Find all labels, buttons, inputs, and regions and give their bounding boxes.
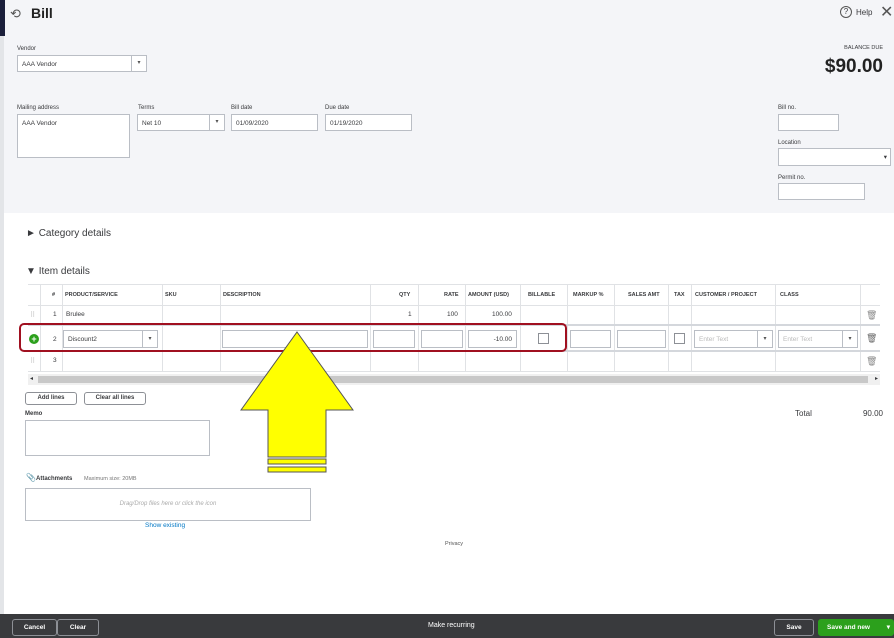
class-placeholder: Enter Text — [783, 336, 813, 343]
row-qty[interactable]: 1 — [408, 311, 412, 318]
vendor-select[interactable]: AAA Vendor ▾ — [17, 55, 147, 72]
drag-handle-icon[interactable]: ⠿ — [30, 357, 35, 365]
class-select[interactable]: Enter Text ▾ — [778, 330, 858, 348]
col-description: DESCRIPTION — [223, 292, 261, 298]
col-tax: TAX — [674, 292, 685, 298]
add-lines-button[interactable]: Add lines — [25, 392, 77, 405]
vendor-value: AAA Vendor — [22, 61, 58, 68]
attachments-max: Maximum size: 20MB — [84, 476, 137, 482]
chevron-down-icon[interactable]: ▾ — [757, 331, 772, 347]
markup-field[interactable] — [570, 330, 611, 348]
show-existing-link[interactable]: Show existing — [145, 522, 185, 529]
attachment-dropzone[interactable]: Drag/Drop files here or click the icon — [25, 488, 311, 521]
table-row[interactable] — [28, 352, 880, 372]
chevron-down-icon[interactable]: ▾ — [884, 153, 887, 161]
sidebar-edge — [0, 36, 4, 614]
close-icon[interactable]: ✕ — [880, 2, 893, 22]
col-qty: QTY — [399, 292, 411, 298]
trash-icon[interactable]: 🗑 — [866, 333, 877, 344]
save-button[interactable]: Save — [774, 619, 814, 636]
drag-handle-icon[interactable]: ⠿ — [30, 311, 35, 319]
row-rate[interactable]: 100 — [447, 311, 458, 318]
due-date-label: Due date — [325, 105, 350, 111]
col-rate: RATE — [444, 292, 459, 298]
vendor-label: Vendor — [17, 46, 37, 52]
location-select[interactable]: ▾ — [778, 148, 891, 166]
item-details-toggle[interactable]: ▼ Item details — [26, 266, 90, 277]
terms-label: Terms — [138, 105, 155, 111]
chevron-down-icon[interactable]: ▾ — [842, 331, 857, 347]
col-sku: SKU — [165, 292, 177, 298]
mailing-address-field[interactable]: AAA Vendor — [17, 114, 130, 158]
chevron-down-icon[interactable]: ▾ — [131, 56, 146, 71]
sales-amt-field[interactable] — [617, 330, 666, 348]
help-link[interactable]: Help — [856, 8, 872, 17]
trash-icon[interactable]: 🗑 — [866, 310, 877, 321]
horizontal-scrollbar[interactable]: ◂ ▸ — [28, 374, 880, 385]
memo-label: Memo — [25, 411, 43, 417]
col-class: CLASS — [780, 292, 799, 298]
clear-all-lines-button[interactable]: Clear all lines — [84, 392, 146, 405]
attachments-label: Attachments — [36, 476, 73, 482]
mailing-label: Mailing address — [17, 105, 60, 111]
terms-select[interactable]: Net 10 ▾ — [137, 114, 225, 131]
col-billable: BILLABLE — [528, 292, 556, 298]
nav-strip — [0, 0, 5, 36]
memo-field[interactable] — [25, 420, 210, 456]
due-date-field[interactable]: 01/19/2020 — [325, 114, 412, 131]
bill-no-field[interactable] — [778, 114, 839, 131]
make-recurring-link[interactable]: Make recurring — [428, 622, 475, 629]
total-value: 90.00 — [862, 409, 883, 418]
category-details-toggle[interactable]: ► Category details — [26, 228, 111, 239]
cancel-button[interactable]: Cancel — [12, 619, 57, 636]
help-icon[interactable]: ? — [840, 6, 852, 18]
save-and-new-label: Save and new — [827, 624, 870, 631]
category-details-label: Category details — [38, 228, 111, 239]
customer-placeholder: Enter Text — [699, 336, 729, 343]
item-details-label: Item details — [38, 266, 90, 277]
bill-header — [0, 0, 894, 213]
chevron-down-icon[interactable]: ▾ — [209, 115, 224, 130]
total-label: Total — [795, 409, 812, 418]
col-num: # — [52, 292, 56, 298]
annotation-arrow — [240, 331, 354, 473]
col-amount: AMOUNT (USD) — [468, 292, 509, 298]
row-num: 3 — [53, 357, 57, 364]
save-and-new-button[interactable]: Save and new ▾ — [818, 619, 894, 636]
permit-label: Permit no. — [778, 175, 806, 181]
clear-button[interactable]: Clear — [57, 619, 99, 636]
row-product[interactable]: Brulee — [66, 311, 85, 318]
location-label: Location — [778, 140, 801, 146]
terms-value: Net 10 — [142, 120, 162, 127]
privacy-link[interactable]: Privacy — [445, 541, 463, 547]
chevron-down-icon[interactable]: ▾ — [887, 620, 890, 635]
page-title: Bill — [31, 5, 53, 21]
bill-no-label: Bill no. — [778, 105, 797, 111]
col-customer: CUSTOMER / PROJECT — [695, 292, 757, 298]
bill-date-field[interactable]: 01/09/2020 — [231, 114, 318, 131]
col-product: PRODUCT/SERVICE — [65, 292, 118, 298]
balance-due-amount: $90.00 — [824, 56, 883, 77]
recurring-history-icon[interactable]: ⟲ — [10, 6, 21, 22]
trash-icon[interactable]: 🗑 — [866, 356, 877, 367]
bill-date-label: Bill date — [231, 105, 253, 111]
row-amount[interactable]: 100.00 — [492, 311, 512, 318]
balance-due-label: BALANCE DUE — [844, 45, 883, 51]
tax-checkbox[interactable] — [674, 333, 685, 344]
permit-no-field[interactable] — [778, 183, 865, 200]
customer-select[interactable]: Enter Text ▾ — [694, 330, 773, 348]
row-num: 1 — [53, 311, 57, 318]
col-sales-amt: SALES AMT — [628, 292, 660, 298]
col-markup: MARKUP % — [573, 292, 604, 298]
paperclip-icon: 📎 — [26, 473, 36, 482]
